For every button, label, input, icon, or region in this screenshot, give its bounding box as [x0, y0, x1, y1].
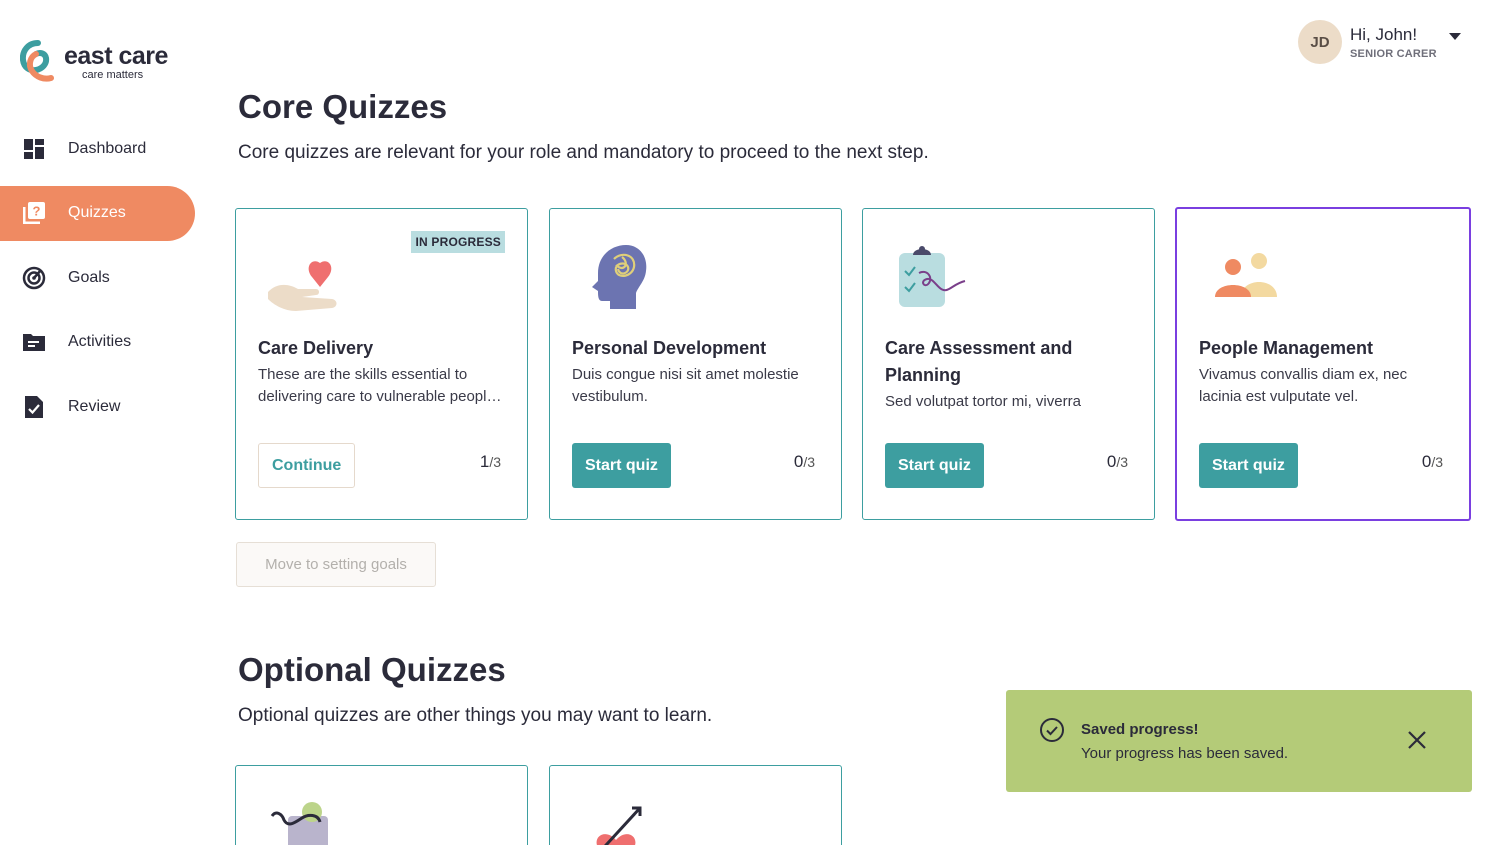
- quiz-icon: ?: [22, 201, 46, 225]
- user-greeting: Hi, John!: [1350, 24, 1418, 44]
- quiz-card-care-delivery[interactable]: IN PROGRESS Care Delivery These are the …: [235, 208, 528, 520]
- quiz-card-care-assessment[interactable]: Care Assessment and Planning Sed volutpa…: [862, 208, 1155, 520]
- status-badge: IN PROGRESS: [411, 231, 505, 253]
- progress-count: 1/3: [480, 452, 501, 472]
- brand-tagline: care matters: [82, 68, 144, 81]
- sidebar-item-review[interactable]: Review: [0, 379, 200, 434]
- card-title: Personal Development: [572, 338, 767, 358]
- optional-quiz-card[interactable]: [549, 765, 842, 845]
- card-description: Sed volutpat tortor mi, viverra: [885, 393, 1081, 410]
- progress-total: /3: [1431, 454, 1443, 470]
- quiz-card-people-management[interactable]: People Management Vivamus convallis diam…: [1175, 207, 1471, 521]
- sidebar-item-label: Goals: [68, 268, 110, 286]
- logo-mark-icon: [20, 40, 54, 82]
- card-description: These are the skills essential to delive…: [258, 366, 495, 405]
- core-quizzes-title: Core Quizzes: [238, 88, 448, 125]
- sidebar-item-label: Dashboard: [68, 139, 147, 157]
- card-title: Care Delivery: [258, 338, 374, 358]
- optional-quizzes-title: Optional Quizzes: [238, 651, 506, 688]
- progress-done: 0: [793, 452, 804, 471]
- dashboard-icon: [22, 137, 46, 161]
- progress-total: /3: [803, 454, 815, 470]
- chevron-down-icon[interactable]: [1448, 32, 1461, 40]
- progress-total: /3: [1116, 454, 1128, 470]
- user-role: SENIOR CARER: [1350, 47, 1437, 60]
- folder-icon: [22, 330, 46, 354]
- optional-quizzes-subtitle: Optional quizzes are other things you ma…: [238, 705, 713, 726]
- sidebar-item-label: Review: [68, 397, 121, 415]
- progress-done: 0: [1106, 452, 1117, 471]
- sidebar-item-dashboard[interactable]: Dashboard: [0, 121, 200, 176]
- toast-title: Saved progress!: [1081, 721, 1199, 738]
- sidebar-item-label: Activities: [68, 333, 132, 350]
- progress-count: 0/3: [1422, 452, 1443, 472]
- progress-done: 1: [479, 452, 490, 471]
- card-description: Duis congue nisi sit amet molestie vesti…: [572, 366, 799, 405]
- continue-button[interactable]: Continue: [258, 443, 356, 488]
- saved-progress-toast: Saved progress! Your progress has been s…: [1006, 690, 1472, 792]
- review-doc-icon: [22, 395, 46, 419]
- progress-total: /3: [489, 454, 501, 470]
- progress-count: 0/3: [1107, 452, 1128, 472]
- head-thoughts-illustration: [592, 245, 647, 309]
- sidebar-item-label: Quizzes: [68, 204, 126, 221]
- start-quiz-button[interactable]: Start quiz: [885, 443, 984, 488]
- goals-icon: [22, 266, 46, 290]
- check-circle-icon: [1040, 718, 1064, 742]
- hand-heart-illustration: [268, 261, 337, 311]
- brand-logo[interactable]: east care care matters: [20, 40, 168, 84]
- avatar: JD: [1298, 20, 1342, 64]
- move-to-setting-goals-button[interactable]: Move to setting goals: [236, 542, 436, 587]
- close-icon[interactable]: [1406, 729, 1428, 751]
- quiz-card-personal-development[interactable]: Personal Development Duis congue nisi si…: [549, 208, 842, 520]
- core-quizzes-subtitle: Core quizzes are relevant for your role …: [238, 142, 929, 163]
- sidebar-item-quizzes[interactable]: ? Quizzes: [0, 185, 195, 241]
- card-title: Care Assessment and Planning: [885, 338, 1073, 385]
- progress-count: 0/3: [794, 452, 815, 472]
- progress-done: 0: [1421, 452, 1432, 471]
- optional-quiz-card[interactable]: [235, 765, 528, 845]
- card-description: Vivamus convallis diam ex, nec lacinia e…: [1199, 366, 1408, 405]
- sidebar-nav: Dashboard ? Quizzes Goals Activities Rev…: [0, 121, 200, 444]
- brand-name: east care: [64, 41, 168, 70]
- people-illustration: [1215, 253, 1277, 297]
- svg-text:?: ?: [33, 204, 41, 219]
- heart-arrow-illustration: [596, 806, 642, 845]
- clipboard-illustration: [899, 246, 966, 307]
- basket-illustration: [270, 802, 328, 845]
- start-quiz-button[interactable]: Start quiz: [572, 443, 671, 488]
- card-title: People Management: [1199, 338, 1374, 358]
- sidebar-item-goals[interactable]: Goals: [0, 250, 200, 305]
- toast-message: Your progress has been saved.: [1081, 745, 1289, 762]
- start-quiz-button[interactable]: Start quiz: [1199, 443, 1298, 488]
- user-menu[interactable]: JD Hi, John! SENIOR CARER: [1298, 20, 1461, 64]
- sidebar-item-activities[interactable]: Activities: [0, 315, 200, 370]
